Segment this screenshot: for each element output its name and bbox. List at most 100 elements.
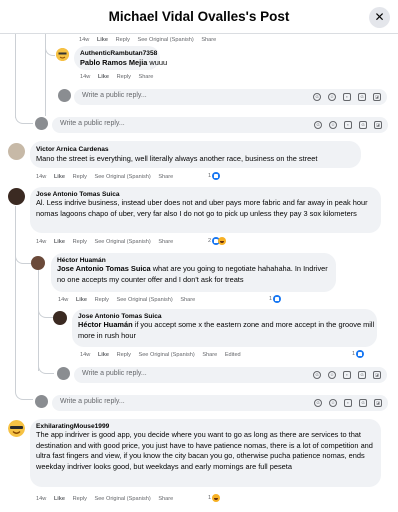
thread-hook — [15, 352, 33, 400]
thread-line — [45, 34, 46, 116]
reply-link[interactable]: Reply — [95, 297, 109, 303]
camera-icon[interactable]: ▪ — [343, 371, 351, 379]
reply-input[interactable]: Write a public reply... G ☺ ▪ G ◪ — [74, 89, 387, 105]
reply-link[interactable]: Reply — [73, 496, 87, 502]
reply-input[interactable]: Write a public reply... G ☺ ▪ G ◪ — [52, 117, 388, 133]
like-link[interactable]: Like — [97, 37, 108, 43]
like-link[interactable]: Like — [54, 496, 65, 502]
reaction-count[interactable]: 1 — [269, 295, 282, 303]
reply-link[interactable]: Reply — [73, 174, 87, 180]
share-link[interactable]: Share — [202, 352, 217, 358]
like-reaction-icon — [273, 295, 282, 303]
camera-icon[interactable]: ▪ — [344, 121, 352, 129]
comment-actions: 14w Like Reply See Original (Spanish) Sh… — [58, 297, 196, 303]
like-link[interactable]: Like — [98, 352, 109, 358]
share-link[interactable]: Share — [138, 74, 153, 80]
share-link[interactable]: Share — [180, 297, 195, 303]
gif-sticker-icon[interactable]: G — [359, 399, 367, 407]
reply-input[interactable]: Write a public reply... G ☺ ▪ G ◪ — [52, 395, 388, 411]
comment-actions: 14w Like Reply See Original (Spanish) Sh… — [36, 174, 174, 180]
share-link[interactable]: Share — [158, 239, 173, 245]
reply-link[interactable]: Reply — [117, 74, 131, 80]
comment-author[interactable]: Victor Arnica Cardenas — [36, 145, 109, 154]
emoji-icon[interactable]: ☺ — [328, 93, 336, 101]
see-original-link[interactable]: See Original (Spanish) — [94, 239, 150, 245]
comment-text: Mano the street is everything, well lite… — [36, 154, 318, 163]
sticker-icon[interactable]: ◪ — [373, 93, 381, 101]
avatar[interactable] — [31, 256, 45, 270]
mention-link[interactable]: Héctor Huamán — [78, 320, 133, 329]
camera-icon[interactable]: ▪ — [344, 399, 352, 407]
camera-icon[interactable]: ▪ — [343, 93, 351, 101]
sticker-icon[interactable]: ◪ — [374, 121, 382, 129]
reaction-count[interactable]: 2 — [208, 237, 227, 245]
share-link[interactable]: Share — [158, 174, 173, 180]
like-link[interactable]: Like — [98, 74, 109, 80]
comment-bubble: AuthenticRambutan7358 Pablo Ramos Mejia … — [74, 46, 167, 70]
see-original-link[interactable]: See Original (Spanish) — [94, 174, 150, 180]
thread-hook — [45, 48, 55, 56]
comment-text: Al. Less indrive business, instead uber … — [36, 198, 368, 218]
mention-link[interactable]: Pablo Ramos Mejia — [80, 58, 147, 67]
reply-link[interactable]: Reply — [117, 352, 131, 358]
dialog-title: Michael Vidal Ovalles's Post — [108, 9, 290, 24]
share-link[interactable]: Share — [158, 496, 173, 502]
thread-hook — [38, 362, 54, 374]
gif-icon[interactable]: G — [314, 121, 322, 129]
gif-icon[interactable]: G — [313, 93, 321, 101]
reply-input[interactable]: Write a public reply... G ☺ ▪ G ◪ — [74, 367, 387, 383]
like-reaction-icon — [212, 172, 221, 180]
emoji-icon[interactable]: ☺ — [329, 121, 337, 129]
see-original-link[interactable]: See Original (Spanish) — [116, 297, 172, 303]
like-link[interactable]: Like — [54, 239, 65, 245]
reaction-count[interactable]: 1 — [208, 494, 221, 502]
avatar-emoji-icon — [8, 420, 25, 437]
avatar[interactable] — [8, 420, 25, 437]
gif-sticker-icon[interactable]: G — [359, 121, 367, 129]
gif-icon[interactable]: G — [313, 371, 321, 379]
like-link[interactable]: Like — [76, 297, 87, 303]
avatar[interactable] — [56, 48, 69, 61]
gif-sticker-icon[interactable]: G — [358, 371, 366, 379]
comment-actions: 14w Like Reply See Original (Spanish) Sh… — [36, 496, 174, 502]
current-user-avatar — [57, 367, 70, 380]
edited-label: Edited — [224, 352, 241, 358]
comment-bubble: Jose Antonio Tomas Suica Al. Less indriv… — [30, 187, 381, 233]
comment-bubble: Victor Arnica Cardenas Mano the street i… — [30, 141, 361, 168]
thread-hook — [15, 110, 33, 124]
reply-link[interactable]: Reply — [73, 239, 87, 245]
thread-line — [15, 34, 16, 118]
sticker-icon[interactable]: ◪ — [373, 371, 381, 379]
comment-author[interactable]: AuthenticRambutan7358 — [80, 49, 157, 58]
see-original-link[interactable]: See Original (Spanish) — [137, 37, 193, 43]
reaction-count[interactable]: 1 — [208, 172, 221, 180]
emoji-icon[interactable]: ☺ — [328, 371, 336, 379]
comment-bubble: Héctor Huamán Jose Antonio Tomas Suica w… — [51, 253, 336, 292]
gif-icon[interactable]: G — [314, 399, 322, 407]
comment-bubble: Jose Antonio Tomas Suica Héctor Huamán i… — [72, 309, 377, 347]
see-original-link[interactable]: See Original (Spanish) — [138, 352, 194, 358]
like-link[interactable]: Like — [54, 174, 65, 180]
haha-reaction-icon — [212, 494, 221, 502]
current-user-avatar — [35, 395, 48, 408]
comment-actions: 14w Like Reply See Original (Spanish) Sh… — [80, 352, 241, 358]
gif-sticker-icon[interactable]: G — [358, 93, 366, 101]
current-user-avatar — [58, 89, 71, 102]
see-original-link[interactable]: See Original (Spanish) — [94, 496, 150, 502]
avatar[interactable] — [8, 188, 25, 205]
comment-actions: 14w Like Reply See Original (Spanish) Sh… — [36, 239, 174, 245]
emoji-icon[interactable]: ☺ — [329, 399, 337, 407]
post-dialog-header: Michael Vidal Ovalles's Post ✕ — [0, 0, 398, 34]
haha-reaction-icon — [218, 237, 227, 245]
avatar[interactable] — [53, 311, 67, 325]
sticker-icon[interactable]: ◪ — [374, 399, 382, 407]
share-link[interactable]: Share — [201, 37, 216, 43]
thread-hook — [15, 250, 31, 264]
close-icon: ✕ — [374, 10, 385, 24]
reaction-count[interactable]: 1 — [352, 350, 365, 358]
close-button[interactable]: ✕ — [369, 7, 390, 28]
reply-link[interactable]: Reply — [116, 37, 130, 43]
current-user-avatar — [35, 117, 48, 130]
avatar[interactable] — [8, 143, 25, 160]
mention-link[interactable]: Jose Antonio Tomas Suica — [57, 264, 151, 273]
